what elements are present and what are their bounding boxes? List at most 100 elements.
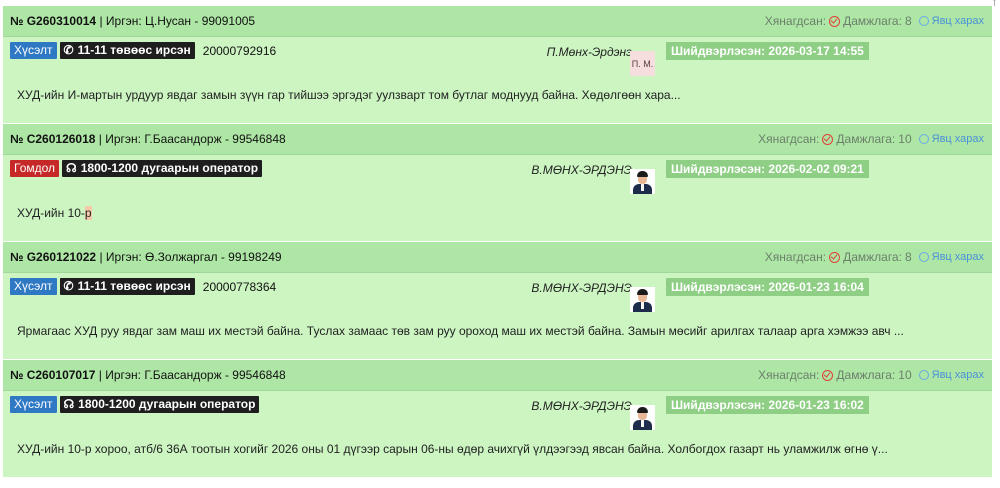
circle-icon[interactable] — [918, 16, 929, 26]
view-progress-link[interactable]: Явц харах — [932, 133, 984, 145]
phone-icon: ✆ — [63, 43, 74, 57]
transfer-count: 8 — [904, 14, 912, 28]
card-body: Хүсэлт ☊ 1800-1200 дугаарын оператор В.МӨ… — [3, 391, 992, 477]
avatar: П. М. — [630, 51, 655, 76]
summary-highlight: р — [84, 206, 92, 220]
view-progress-link[interactable]: Явц харах — [932, 251, 984, 263]
view-progress-link[interactable]: Явц харах — [932, 369, 984, 381]
summary-text: Ярмагаас ХУД руу явдаг зам маш их местэй… — [17, 324, 904, 338]
channel-badge: ☊ 1800-1200 дугаарын оператор — [62, 160, 263, 177]
card-header: № C260107017 | Иргэн: Г.Баасандорж - 995… — [3, 360, 992, 391]
card-tags: Хүсэлт ✆ 11-11 төвөөс ирсэн 20000778364 — [10, 278, 276, 295]
card-body: Хүсэлт ✆ 11-11 төвөөс ирсэн 20000778364 В… — [3, 273, 992, 359]
circle-icon[interactable] — [918, 134, 929, 144]
channel-badge: ☊ 1800-1200 дугаарын оператор — [59, 396, 260, 413]
request-id: № C260126018 — [10, 132, 96, 146]
request-list: № G260310014 | Иргэн: Ц.Нусан - 99091005… — [3, 6, 992, 478]
card-tags: Хүсэлт ☊ 1800-1200 дугаарын оператор — [10, 396, 260, 413]
avatar — [630, 169, 655, 194]
scrollbar-marker[interactable]: ⊺ — [992, 0, 998, 8]
request-card[interactable]: № G260310014 | Иргэн: Ц.Нусан - 99091005… — [3, 6, 992, 123]
card-status: Хянагдсан: Дамжлага: 10 Явц харах — [758, 368, 984, 382]
request-summary: Ярмагаас ХУД руу явдаг зам маш их местэй… — [17, 324, 904, 338]
citizen-info: | Иргэн: Г.Баасандорж - 99546848 — [98, 132, 286, 146]
officer-name: В.МӨНХ-ЭРДЭНЭ — [531, 163, 632, 177]
resolved-badge: Шийдвэрлэсэн: 2026-01-23 16:04 — [666, 278, 869, 296]
transfer-count: 10 — [898, 368, 912, 382]
phone-icon: ✆ — [63, 279, 74, 293]
card-title: № G260121022 | Иргэн: Ө.Золжаргал - 9919… — [10, 250, 282, 264]
card-body: Гомдол ☊ 1800-1200 дугаарын оператор В.МӨ… — [3, 155, 992, 241]
circle-icon[interactable] — [918, 252, 929, 262]
avatar-photo — [630, 405, 655, 430]
officer-name: П.Мөнх-Эрдэнэ — [546, 45, 632, 59]
headset-icon: ☊ — [63, 397, 75, 411]
transfer-label: Дамжлага: — [836, 368, 896, 382]
transfer-count: 8 — [904, 250, 912, 264]
channel-badge: ✆ 11-11 төвөөс ирсэн — [59, 42, 195, 59]
headset-icon: ☊ — [66, 161, 77, 175]
transfer-label: Дамжлага: — [843, 14, 902, 28]
view-progress-link[interactable]: Явц харах — [932, 15, 984, 27]
type-badge: Хүсэлт — [10, 278, 57, 295]
avatar-photo — [630, 169, 655, 194]
transfer-label: Дамжлага: — [836, 132, 896, 146]
summary-text: ХУД-ийн И-мартын урдуур явдаг замын зүүн… — [17, 88, 681, 102]
card-title: № C260126018 | Иргэн: Г.Баасандорж - 995… — [10, 132, 286, 146]
card-header: № C260126018 | Иргэн: Г.Баасандорж - 995… — [3, 124, 992, 155]
check-circle-icon — [829, 251, 841, 263]
resolved-badge: Шийдвэрлэсэн: 2026-03-17 14:55 — [666, 42, 869, 60]
card-header: № G260121022 | Иргэн: Ө.Золжаргал - 9919… — [3, 242, 992, 273]
type-badge: Хүсэлт — [10, 396, 57, 413]
reviewed-label: Хянагдсан: — [758, 132, 820, 146]
request-card[interactable]: № G260121022 | Иргэн: Ө.Золжаргал - 9919… — [3, 242, 992, 359]
transfer-count: 10 — [898, 132, 912, 146]
citizen-info: | Иргэн: Ц.Нусан - 99091005 — [99, 14, 256, 28]
card-tags: Хүсэлт ✆ 11-11 төвөөс ирсэн 20000792916 — [10, 42, 276, 59]
request-id: № G260310014 — [10, 14, 97, 28]
reviewed-label: Хянагдсан: — [764, 14, 827, 28]
check-circle-icon — [829, 15, 841, 27]
channel-label: 1800-1200 дугаарын оператор — [78, 397, 256, 411]
circle-icon[interactable] — [918, 370, 929, 380]
type-badge: Хүсэлт — [10, 42, 57, 59]
check-circle-icon — [822, 369, 834, 381]
document-number: 20000792916 — [202, 43, 277, 58]
summary-text: ХУД-ийн 10-р хороо, атб/6 36А тоотын хог… — [17, 442, 888, 456]
request-summary: ХУД-ийн И-мартын урдуур явдаг замын зүүн… — [17, 88, 681, 102]
avatar — [630, 405, 655, 430]
citizen-info: | Иргэн: Ө.Золжаргал - 99198249 — [99, 250, 282, 264]
type-badge: Гомдол — [10, 160, 60, 177]
card-body: Хүсэлт ✆ 11-11 төвөөс ирсэн 20000792916 П… — [3, 37, 992, 123]
card-tags: Гомдол ☊ 1800-1200 дугаарын оператор — [10, 160, 263, 177]
card-status: Хянагдсан: Дамжлага: 10 Явц харах — [758, 132, 984, 146]
card-title: № C260107017 | Иргэн: Г.Баасандорж - 995… — [10, 368, 286, 382]
avatar-initials: П. М. — [630, 51, 655, 76]
avatar — [630, 287, 655, 312]
summary-text: ХУД-ийн 10- — [17, 206, 85, 220]
request-id: № C260107017 — [10, 368, 96, 382]
channel-label: 11-11 төвөөс ирсэн — [77, 279, 191, 293]
channel-label: 1800-1200 дугаарын оператор — [80, 161, 259, 175]
channel-label: 11-11 төвөөс ирсэн — [77, 43, 191, 57]
request-card[interactable]: № C260107017 | Иргэн: Г.Баасандорж - 995… — [3, 360, 992, 477]
card-status: Хянагдсан: Дамжлага: 8 Явц харах — [765, 14, 984, 28]
resolved-badge: Шийдвэрлэсэн: 2026-02-02 09:21 — [666, 160, 869, 178]
reviewed-label: Хянагдсан: — [764, 250, 827, 264]
request-summary: ХУД-ийн 10-р — [17, 206, 92, 220]
check-circle-icon — [822, 133, 834, 145]
officer-name: В.МӨНХ-ЭРДЭНЭ — [531, 281, 632, 295]
channel-badge: ✆ 11-11 төвөөс ирсэн — [59, 278, 195, 295]
document-number: 20000778364 — [202, 279, 277, 294]
resolved-badge: Шийдвэрлэсэн: 2026-01-23 16:02 — [666, 396, 869, 414]
reviewed-label: Хянагдсан: — [758, 368, 820, 382]
transfer-label: Дамжлага: — [843, 250, 902, 264]
request-id: № G260121022 — [10, 250, 97, 264]
request-summary: ХУД-ийн 10-р хороо, атб/6 36А тоотын хог… — [17, 442, 888, 456]
card-title: № G260310014 | Иргэн: Ц.Нусан - 99091005 — [10, 14, 255, 28]
request-card[interactable]: № C260126018 | Иргэн: Г.Баасандорж - 995… — [3, 124, 992, 241]
card-status: Хянагдсан: Дамжлага: 8 Явц харах — [765, 250, 984, 264]
citizen-info: | Иргэн: Г.Баасандорж - 99546848 — [98, 368, 286, 382]
card-header: № G260310014 | Иргэн: Ц.Нусан - 99091005… — [3, 6, 992, 37]
officer-name: В.МӨНХ-ЭРДЭНЭ — [531, 399, 632, 413]
